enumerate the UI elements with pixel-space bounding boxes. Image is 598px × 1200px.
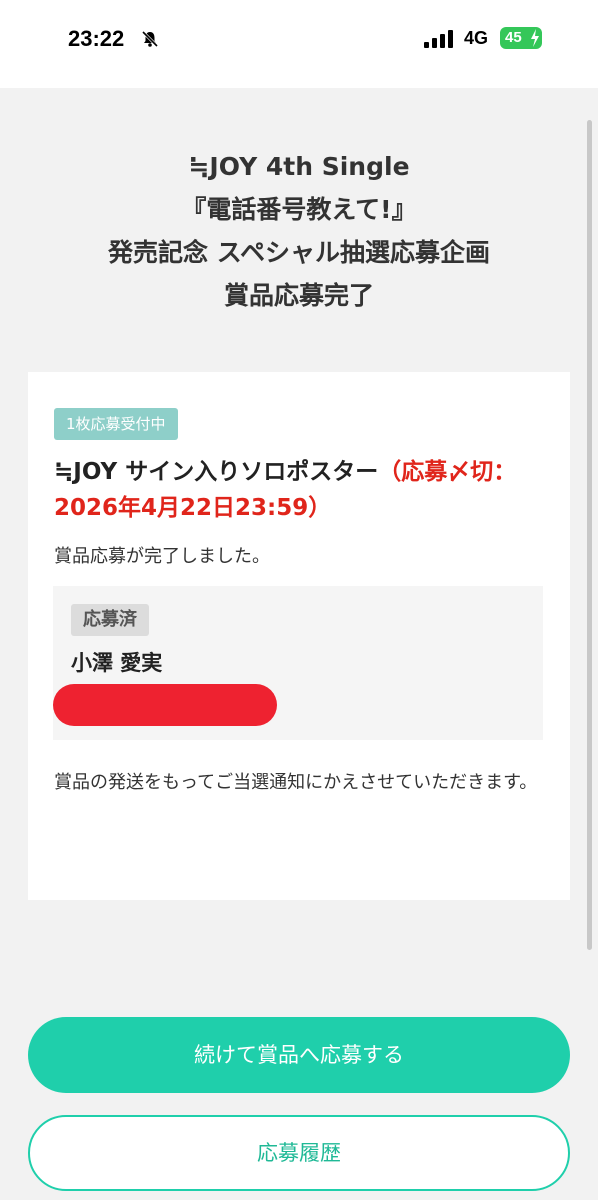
bell-slash-icon — [141, 30, 159, 48]
network-type: 4G — [464, 28, 489, 48]
title-line-1: ≒JOY 4th Single — [188, 152, 410, 181]
bolt-icon — [531, 29, 539, 47]
prize-title: ≒JOY サイン入りソロポスター（応募〆切：2026年4月22日23:59） — [54, 454, 554, 526]
entered-badge: 応募済 — [71, 604, 149, 636]
entry-history-button[interactable]: 応募履歴 — [28, 1115, 570, 1191]
page-title: ≒JOY 4th Single 『電話番号教えて!』 発売記念 スペシャル抽選応… — [0, 145, 598, 317]
continue-entry-button[interactable]: 続けて賞品へ応募する — [28, 1017, 570, 1093]
title-line-4: 賞品応募完了 — [223, 281, 374, 310]
entrant-name: 小澤 愛実 — [71, 651, 163, 675]
entry-box: 応募済 小澤 愛実 — [53, 586, 543, 740]
prize-card: 1枚応募受付中 ≒JOY サイン入りソロポスター（応募〆切：2026年4月22日… — [28, 372, 570, 900]
complete-message: 賞品応募が完了しました。 — [54, 546, 270, 567]
status-badge: 1枚応募受付中 — [54, 408, 178, 440]
signal-icon — [424, 30, 453, 48]
title-line-3: 発売記念 スペシャル抽選応募企画 — [108, 238, 490, 267]
status-bar: 23:22 4G 45 — [0, 0, 598, 88]
battery-charging-icon: 45 — [500, 27, 542, 49]
title-line-2: 『電話番号教えて!』 — [181, 195, 417, 224]
battery-level: 45 — [505, 29, 522, 46]
prize-name: ≒JOY サイン入りソロポスター — [54, 459, 379, 485]
shipping-note: 賞品の発送をもってご当選通知にかえさせていただきます。 — [54, 772, 538, 793]
status-time: 23:22 — [68, 26, 125, 51]
redaction-mark — [53, 684, 277, 726]
